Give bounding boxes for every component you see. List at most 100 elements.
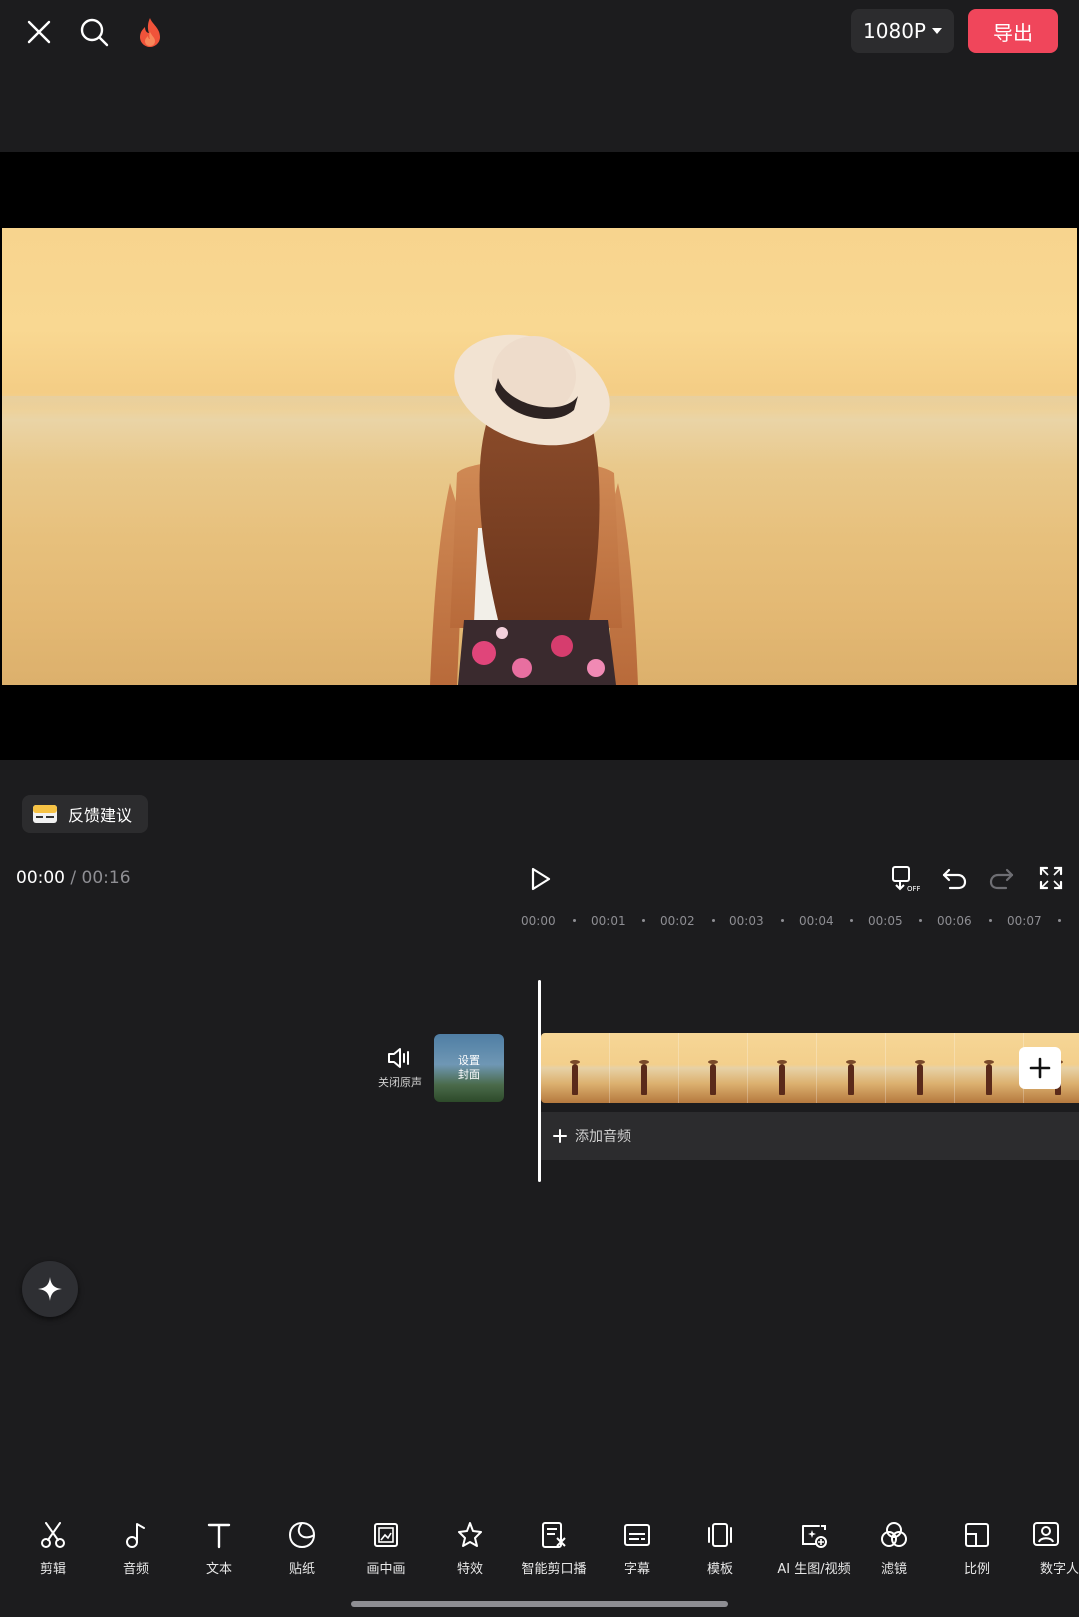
toolbar-label: 数字人 — [1040, 1562, 1079, 1577]
toolbar-item-subtitle[interactable]: 字幕 — [595, 1520, 679, 1577]
toolbar-item-template[interactable]: 模板 — [678, 1520, 762, 1577]
search-icon[interactable] — [74, 12, 114, 52]
toolbar-item-digital-human[interactable]: 数字人 — [1018, 1520, 1079, 1577]
sparkle-icon — [38, 1277, 62, 1301]
toolbar-item-audio[interactable]: 音频 — [94, 1520, 178, 1577]
toolbar-item-smart-cut[interactable]: 智能剪口播 — [512, 1520, 596, 1577]
current-time: 00:00 — [16, 868, 65, 888]
ruler-dot — [1058, 919, 1061, 922]
toolbar-label: 智能剪口播 — [521, 1562, 587, 1577]
add-audio-button[interactable]: 添加音频 — [541, 1112, 1079, 1160]
ai-image-icon — [802, 1525, 827, 1548]
ruler-label: 00:05 — [868, 914, 903, 928]
toolbar-item-pip[interactable]: 画中画 — [344, 1520, 428, 1577]
ruler-dot — [919, 919, 922, 922]
template-icon — [708, 1523, 732, 1547]
ruler-label: 00:07 — [1007, 914, 1042, 928]
flame-icon[interactable] — [130, 12, 170, 52]
feedback-icon — [33, 805, 57, 823]
toolbar-item-filter[interactable]: 滤镜 — [852, 1520, 936, 1577]
ruler-label: 00:00 — [521, 914, 556, 928]
ruler-dot — [989, 919, 992, 922]
ruler-dot — [573, 919, 576, 922]
video-preview[interactable] — [0, 152, 1079, 760]
toolbar-label: 特效 — [456, 1562, 483, 1577]
total-time: 00:16 — [81, 868, 131, 888]
filter-icon — [881, 1522, 907, 1547]
home-indicator — [351, 1601, 728, 1607]
video-clip-track[interactable] — [541, 1033, 1079, 1103]
mute-original-audio-button[interactable]: 关闭原声 — [372, 1046, 428, 1090]
ruler-dot — [642, 919, 645, 922]
set-cover-button[interactable]: 设置封面 — [434, 1034, 504, 1102]
feedback-label: 反馈建议 — [68, 806, 133, 825]
toolbar-item-edit[interactable]: 剪辑 — [11, 1520, 95, 1577]
ruler-dot — [781, 919, 784, 922]
smart-cut-icon — [542, 1522, 566, 1548]
ruler-label: 00:01 — [591, 914, 626, 928]
toolbar-label: 模板 — [706, 1562, 733, 1577]
clip-frame — [610, 1033, 679, 1103]
time-separator: / — [70, 868, 77, 888]
effects-star-icon — [458, 1522, 482, 1547]
plus-icon — [1029, 1057, 1051, 1079]
ratio-icon — [965, 1523, 989, 1547]
clip-frame — [817, 1033, 886, 1103]
text-icon — [207, 1523, 231, 1549]
clip-frame — [679, 1033, 748, 1103]
toolbar-label: 剪辑 — [39, 1562, 66, 1577]
toolbar-label: 画中画 — [366, 1562, 406, 1577]
ruler-label: 00:03 — [729, 914, 764, 928]
clip-frame — [748, 1033, 817, 1103]
ruler-label: 00:06 — [937, 914, 972, 928]
ai-assistant-button[interactable] — [22, 1261, 78, 1317]
svg-text:OFF: OFF — [907, 885, 920, 893]
picture-in-picture-icon — [374, 1523, 398, 1547]
cover-label: 设置封面 — [458, 1054, 480, 1081]
mute-label: 关闭原声 — [378, 1076, 422, 1089]
digital-human-icon — [1033, 1522, 1059, 1546]
add-audio-label: 添加音频 — [575, 1129, 631, 1145]
fullscreen-icon[interactable] — [1035, 862, 1067, 894]
music-note-icon — [126, 1523, 145, 1548]
clip-frame — [886, 1033, 955, 1103]
video-frame — [2, 228, 1077, 685]
toolbar-item-ai-image[interactable]: AI 生图/视频 — [765, 1520, 863, 1577]
plus-icon — [553, 1129, 567, 1143]
speaker-icon — [388, 1048, 409, 1068]
top-bar: 1080P 导出 — [0, 0, 1079, 152]
feedback-button[interactable]: 反馈建议 — [22, 795, 148, 833]
ruler-dot — [712, 919, 715, 922]
subtitle-icon — [624, 1524, 650, 1546]
ruler-dot — [850, 919, 853, 922]
chevron-down-icon — [931, 28, 942, 34]
toolbar-label: 贴纸 — [288, 1562, 315, 1577]
play-icon[interactable] — [526, 865, 554, 893]
toolbar-label: 文本 — [205, 1562, 232, 1577]
resolution-dropdown[interactable]: 1080P — [851, 9, 954, 53]
scissors-icon — [41, 1522, 65, 1548]
toolbar-item-ratio[interactable]: 比例 — [935, 1520, 1019, 1577]
ruler-label: 00:02 — [660, 914, 695, 928]
toolbar-item-effects[interactable]: 特效 — [428, 1520, 512, 1577]
add-clip-button[interactable] — [1019, 1047, 1061, 1089]
export-button[interactable]: 导出 — [968, 9, 1058, 53]
keyframe-off-icon[interactable]: OFF — [889, 862, 921, 894]
ruler-label: 00:04 — [799, 914, 834, 928]
woman-in-hat-image — [430, 334, 638, 685]
toolbar-label: 音频 — [122, 1562, 149, 1577]
toolbar-item-sticker[interactable]: 贴纸 — [260, 1520, 344, 1577]
toolbar-label: 滤镜 — [880, 1562, 907, 1577]
toolbar-label: 字幕 — [623, 1562, 650, 1577]
redo-icon[interactable] — [986, 862, 1018, 894]
undo-icon[interactable] — [938, 862, 970, 894]
sticker-icon — [288, 1521, 316, 1549]
clip-frame — [955, 1033, 1024, 1103]
toolbar-label: AI 生图/视频 — [777, 1562, 851, 1577]
resolution-label: 1080P — [863, 19, 926, 43]
toolbar-label: 比例 — [963, 1562, 990, 1577]
toolbar-item-text[interactable]: 文本 — [177, 1520, 261, 1577]
close-icon[interactable] — [19, 12, 59, 52]
time-display: 00:00 / 00:16 — [16, 868, 131, 888]
clip-frame — [541, 1033, 610, 1103]
